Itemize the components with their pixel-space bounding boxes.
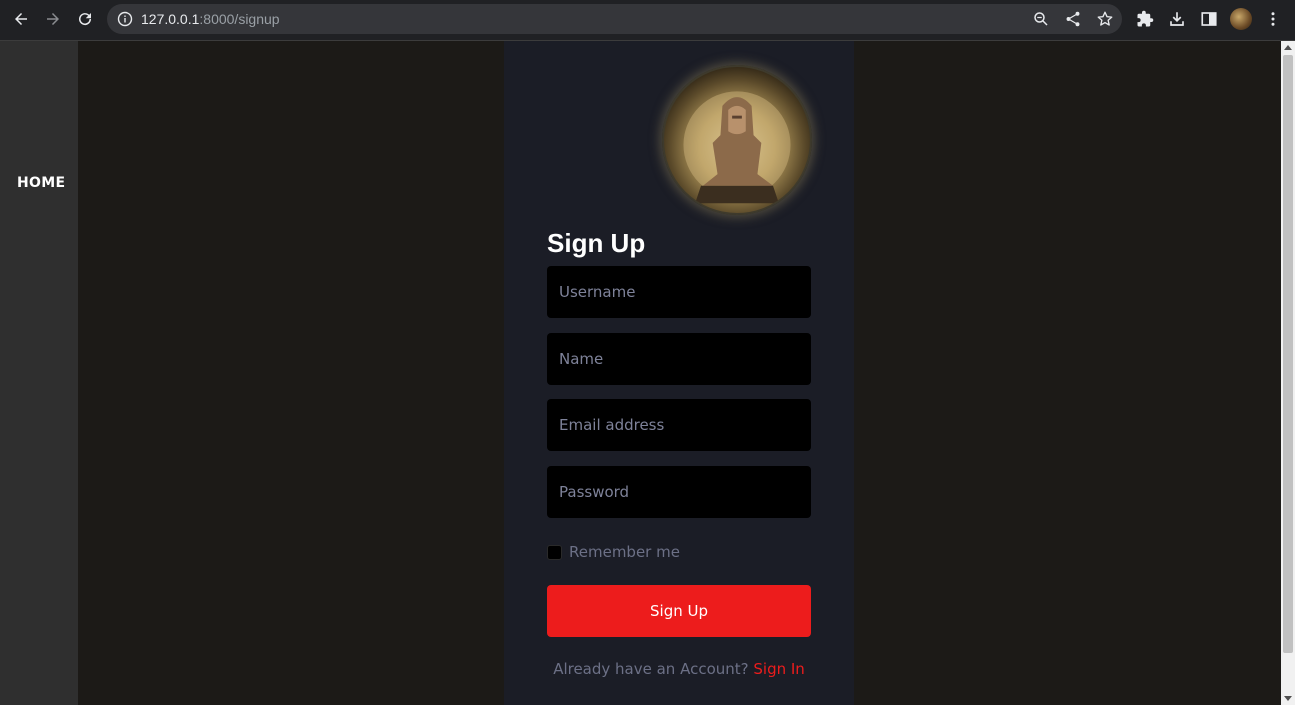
signup-button[interactable]: Sign Up: [547, 585, 811, 637]
scroll-down-icon[interactable]: [1284, 696, 1292, 701]
email-input[interactable]: [547, 399, 811, 451]
share-icon[interactable]: [1064, 10, 1082, 28]
remember-me-checkbox[interactable]: [547, 544, 562, 560]
signin-link[interactable]: Sign In: [753, 660, 804, 678]
reload-icon[interactable]: [72, 6, 98, 32]
scroll-up-icon[interactable]: [1284, 45, 1292, 50]
password-input[interactable]: [547, 466, 811, 518]
address-bar[interactable]: 127.0.0.1:8000/signup: [107, 4, 1122, 34]
remember-me-row: Remember me: [547, 543, 680, 561]
username-input[interactable]: [547, 266, 811, 318]
signin-prompt: Already have an Account? Sign In: [504, 660, 854, 678]
url-text[interactable]: 127.0.0.1:8000/signup: [141, 11, 280, 27]
vertical-scrollbar[interactable]: [1281, 41, 1295, 705]
extensions-icon[interactable]: [1136, 10, 1154, 28]
info-icon[interactable]: [117, 11, 133, 27]
forward-icon[interactable]: [40, 6, 66, 32]
sphinx-image: [683, 91, 791, 204]
zoom-icon[interactable]: [1032, 10, 1050, 28]
name-input[interactable]: [547, 333, 811, 385]
menu-icon[interactable]: [1264, 10, 1282, 28]
scroll-thumb[interactable]: [1283, 55, 1293, 653]
signup-card: Sign Up Remember me Sign Up Already have…: [504, 41, 854, 705]
browser-toolbar: 127.0.0.1:8000/signup: [0, 0, 1295, 41]
profile-avatar[interactable]: [1230, 8, 1252, 30]
sidebar-home-link[interactable]: HOME: [17, 175, 65, 191]
star-icon[interactable]: [1096, 10, 1114, 28]
sidebar: HOME: [0, 41, 78, 705]
page-title: Sign Up: [547, 228, 646, 258]
remember-me-label[interactable]: Remember me: [569, 543, 680, 561]
side-panel-icon[interactable]: [1200, 10, 1218, 28]
back-icon[interactable]: [8, 6, 34, 32]
sphinx-logo: [662, 65, 812, 215]
page-body: HOME Sign Up Remember me Sign Up Already…: [0, 41, 1281, 705]
account-prompt-text: Already have an Account?: [553, 660, 749, 678]
download-icon[interactable]: [1168, 10, 1186, 28]
